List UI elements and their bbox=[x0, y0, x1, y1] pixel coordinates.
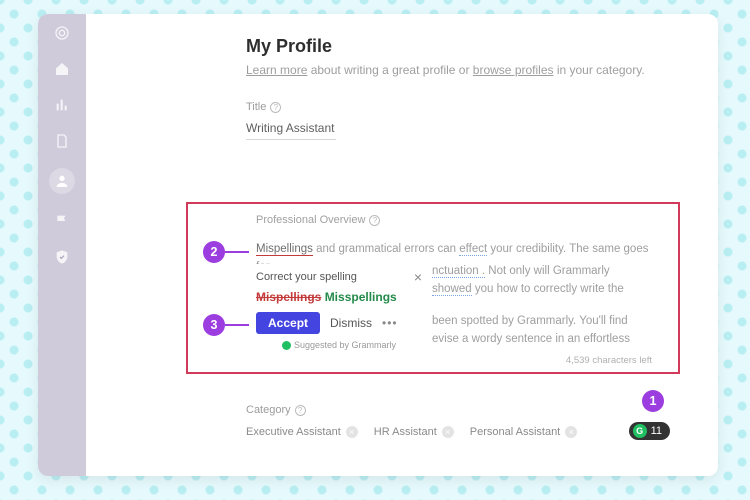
subtitle: Learn more about writing a great profile… bbox=[246, 63, 678, 77]
document-icon[interactable] bbox=[53, 132, 71, 150]
category-chip[interactable]: Executive Assistant× bbox=[246, 426, 358, 438]
remove-chip-icon[interactable]: × bbox=[565, 426, 577, 438]
more-icon[interactable]: ••• bbox=[382, 316, 398, 330]
accept-button[interactable]: Accept bbox=[256, 312, 320, 334]
suggested-by: Suggested by Grammarly bbox=[256, 340, 422, 350]
grammarly-badge[interactable]: G 11 bbox=[629, 422, 670, 440]
learn-more-link[interactable]: Learn more bbox=[246, 63, 307, 77]
remove-chip-icon[interactable]: × bbox=[346, 426, 358, 438]
browse-profiles-link[interactable]: browse profiles bbox=[473, 63, 554, 77]
grammarly-logo-icon bbox=[282, 341, 291, 350]
char-count: 4,539 characters left bbox=[566, 355, 652, 366]
home-icon[interactable] bbox=[53, 60, 71, 78]
category-label: Category ? bbox=[246, 404, 577, 416]
category-block: Category ? Executive Assistant× HR Assis… bbox=[246, 404, 577, 438]
remove-chip-icon[interactable]: × bbox=[442, 426, 454, 438]
issue-count: 11 bbox=[651, 425, 662, 437]
category-chip[interactable]: Personal Assistant× bbox=[470, 426, 578, 438]
flag-icon[interactable] bbox=[53, 212, 71, 230]
stats-icon[interactable] bbox=[53, 96, 71, 114]
spelling-error[interactable]: Mispellings bbox=[256, 243, 313, 256]
app-panel: My Profile Learn more about writing a gr… bbox=[38, 14, 718, 476]
sidebar bbox=[38, 14, 86, 476]
help-icon[interactable]: ? bbox=[369, 215, 380, 226]
dismiss-button[interactable]: Dismiss bbox=[330, 316, 372, 330]
title-label: Title ? bbox=[246, 101, 678, 113]
overview-label: Professional Overview ? bbox=[256, 214, 660, 226]
overview-text-fragment: nctuation . Not only will Grammarly show… bbox=[432, 262, 668, 299]
suggestion-text: Mispellings Misspellings bbox=[256, 290, 422, 304]
category-chip[interactable]: HR Assistant× bbox=[374, 426, 454, 438]
close-icon[interactable]: × bbox=[414, 270, 422, 284]
help-icon[interactable]: ? bbox=[295, 405, 306, 416]
popup-heading: Correct your spelling bbox=[256, 271, 357, 283]
help-icon[interactable]: ? bbox=[270, 102, 281, 113]
profile-icon[interactable] bbox=[49, 168, 75, 194]
shield-icon[interactable] bbox=[53, 248, 71, 266]
title-value[interactable]: Writing Assistant bbox=[246, 119, 336, 140]
overview-text-fragment: been spotted by Grammarly. You'll find e… bbox=[432, 312, 668, 349]
grammarly-logo-icon: G bbox=[633, 424, 647, 438]
target-icon[interactable] bbox=[53, 24, 71, 42]
grammarly-popup: Correct your spelling × Mispellings Miss… bbox=[250, 264, 430, 356]
page-title: My Profile bbox=[246, 36, 678, 57]
